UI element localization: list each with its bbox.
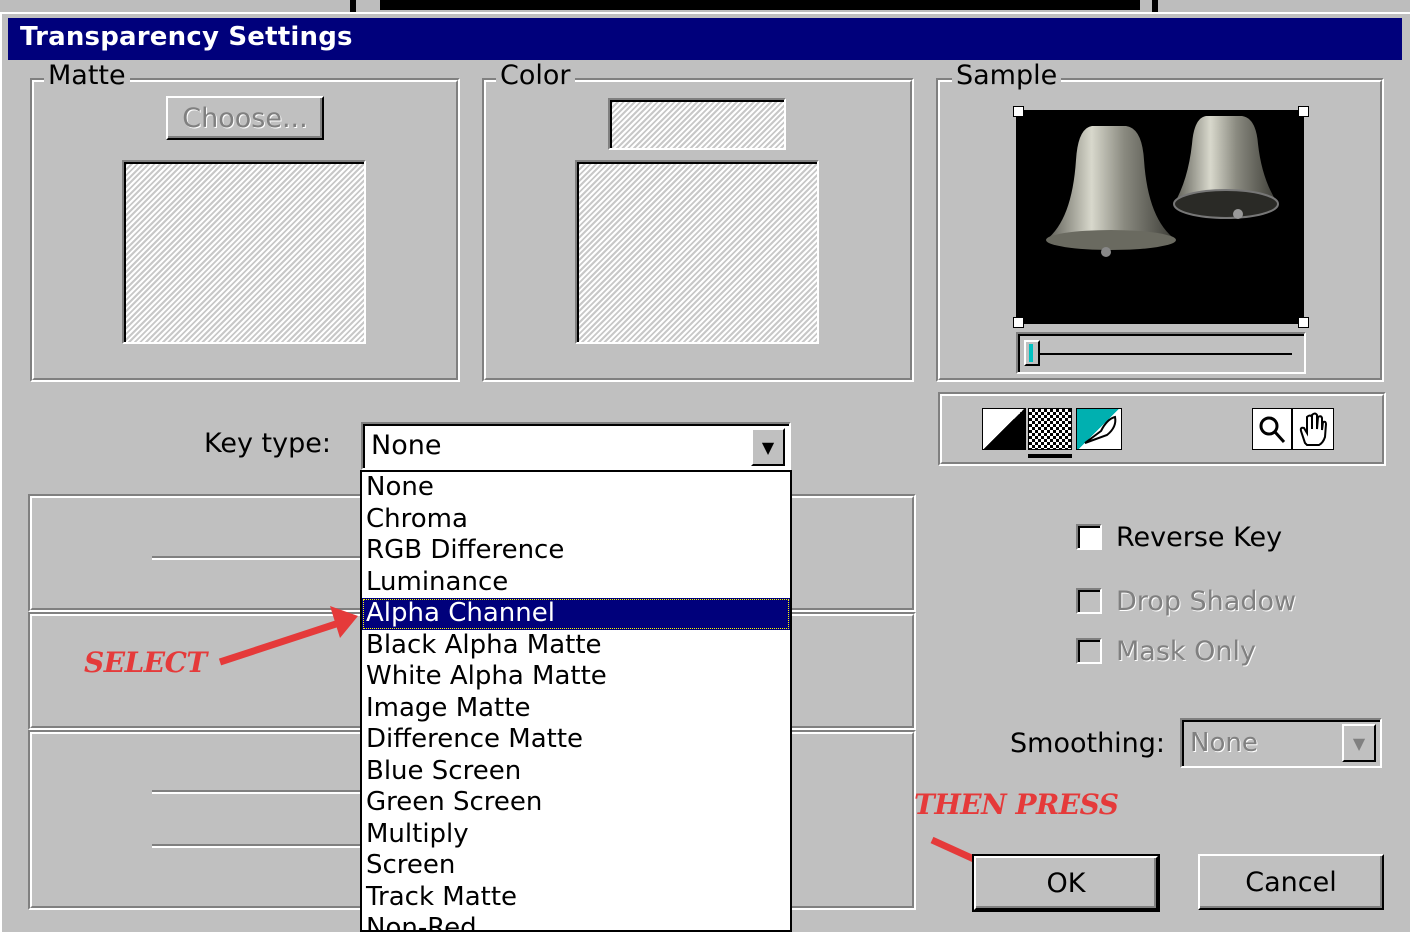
key-type-option[interactable]: Black Alpha Matte xyxy=(362,630,790,662)
key-type-option[interactable]: Multiply xyxy=(362,819,790,851)
key-type-label: Key type: xyxy=(204,428,331,459)
divider xyxy=(152,790,362,794)
key-type-option[interactable]: Non-Red xyxy=(362,913,790,930)
smoothing-dropdown[interactable]: None ▼ xyxy=(1180,718,1382,768)
smoothing-label: Smoothing: xyxy=(1010,728,1166,759)
black-white-background-icon[interactable] xyxy=(982,408,1026,450)
color-preview xyxy=(575,160,819,344)
cancel-button[interactable]: Cancel xyxy=(1198,854,1384,910)
key-type-dropdown[interactable]: None ▼ xyxy=(361,422,791,470)
chevron-down-icon[interactable]: ▼ xyxy=(751,428,785,466)
reverse-key-checkbox[interactable] xyxy=(1076,524,1102,550)
divider xyxy=(152,844,362,848)
drop-shadow-checkbox[interactable] xyxy=(1076,588,1102,614)
key-type-option[interactable]: Difference Matte xyxy=(362,724,790,756)
drop-shadow-label[interactable]: Drop Shadow xyxy=(1116,586,1296,617)
key-type-option[interactable]: RGB Difference xyxy=(362,535,790,567)
slider-thumb[interactable] xyxy=(1024,340,1040,366)
matte-legend: Matte xyxy=(44,60,130,91)
chevron-down-icon[interactable]: ▼ xyxy=(1342,724,1376,762)
key-type-option[interactable]: Blue Screen xyxy=(362,756,790,788)
key-type-list[interactable]: None Chroma RGB Difference Luminance Alpha C… xyxy=(360,470,792,932)
key-type-option[interactable]: White Alpha Matte xyxy=(362,661,790,693)
key-type-option[interactable]: Screen xyxy=(362,850,790,882)
sample-preview xyxy=(1016,110,1304,324)
hand-icon[interactable] xyxy=(1292,408,1334,450)
key-type-option[interactable]: None xyxy=(362,472,790,504)
sample-handle[interactable] xyxy=(1013,317,1024,328)
color-legend: Color xyxy=(496,60,575,91)
zoom-icon[interactable] xyxy=(1252,408,1292,450)
select-annotation: SELECT xyxy=(84,646,207,679)
key-type-value: None xyxy=(371,430,442,461)
bells-image xyxy=(1046,116,1279,257)
sample-handle[interactable] xyxy=(1298,317,1309,328)
select-arrow xyxy=(218,606,358,666)
sample-handle[interactable] xyxy=(1013,106,1024,117)
smoothing-value: None xyxy=(1190,728,1258,758)
key-type-option[interactable]: Luminance xyxy=(362,567,790,599)
choose-button[interactable]: Choose... xyxy=(166,96,324,140)
key-type-option[interactable]: Chroma xyxy=(362,504,790,536)
matte-preview xyxy=(122,160,366,344)
sample-legend: Sample xyxy=(952,60,1062,91)
reverse-key-label[interactable]: Reverse Key xyxy=(1116,522,1282,553)
key-type-option[interactable]: Track Matte xyxy=(362,882,790,914)
key-type-option[interactable]: Green Screen xyxy=(362,787,790,819)
window-title: Transparency Settings xyxy=(20,22,353,52)
then-press-annotation: THEN PRESS xyxy=(914,788,1119,821)
color-swatch[interactable] xyxy=(608,98,786,150)
key-type-option[interactable]: Image Matte xyxy=(362,693,790,725)
alpha-channel-icon[interactable] xyxy=(1076,408,1122,450)
ok-button[interactable]: OK xyxy=(972,854,1160,912)
checkerboard-background-icon[interactable] xyxy=(1028,408,1072,450)
checkerboard-selected-indicator xyxy=(1028,454,1072,458)
mask-only-label[interactable]: Mask Only xyxy=(1116,636,1256,667)
title-bar[interactable]: Transparency Settings xyxy=(8,18,1402,60)
sample-time-slider[interactable] xyxy=(1016,332,1306,374)
divider xyxy=(152,556,362,560)
background-window-strip xyxy=(0,0,1410,12)
sample-handle[interactable] xyxy=(1298,106,1309,117)
key-type-option[interactable]: Alpha Channel xyxy=(362,598,790,630)
mask-only-checkbox[interactable] xyxy=(1076,638,1102,664)
